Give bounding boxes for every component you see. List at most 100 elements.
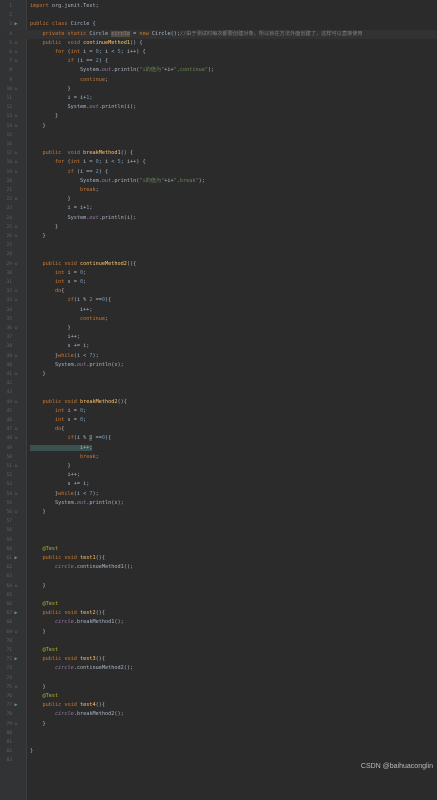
code-line[interactable]: 46 int s = 0;	[0, 416, 437, 425]
code-line[interactable]: 52 i++;	[0, 471, 437, 480]
code-line[interactable]: 60 @Test	[0, 545, 437, 554]
fold-marker-icon[interactable]: ◇	[13, 287, 19, 296]
code-line[interactable]: 17 ◇ public void breakMethod1() {	[0, 149, 437, 158]
code-line[interactable]: 68 circle.breakMethod1();	[0, 618, 437, 627]
code-editor[interactable]: 1 import org.junit.Test; 2 3 ▶ public class C…	[0, 0, 437, 800]
code-line[interactable]: 54 ◇ }while(i < 7);	[0, 490, 437, 499]
code-line[interactable]: 15	[0, 131, 437, 140]
fold-marker-icon[interactable]: ◇	[13, 434, 19, 443]
fold-marker-icon[interactable]: ◇	[13, 370, 19, 379]
code-line[interactable]: 80	[0, 729, 437, 738]
fold-marker-icon[interactable]: ◇	[13, 48, 19, 57]
run-gutter-icon[interactable]: ▶	[13, 609, 19, 618]
code-line[interactable]: 45 int i = 0;	[0, 407, 437, 416]
code-line[interactable]: 81	[0, 738, 437, 747]
code-line[interactable]: 2	[0, 11, 437, 20]
fold-marker-icon[interactable]: ◇	[13, 324, 19, 333]
fold-marker-icon[interactable]: ◇	[13, 582, 19, 591]
code-line[interactable]: 19 ◇ if (i == 2) {	[0, 168, 437, 177]
code-line[interactable]: 63	[0, 572, 437, 581]
code-line[interactable]: 9 continue;	[0, 76, 437, 85]
run-gutter-icon[interactable]: ▶	[13, 20, 19, 29]
code-line[interactable]: 21 break;	[0, 186, 437, 195]
code-line[interactable]: 71 @Test	[0, 646, 437, 655]
code-line[interactable]: 7 ◇ if (i == 2) {	[0, 57, 437, 66]
code-line[interactable]: 27	[0, 241, 437, 250]
code-line[interactable]: 41 ◇ }	[0, 370, 437, 379]
code-line[interactable]: 16	[0, 140, 437, 149]
code-line[interactable]: 37 i++;	[0, 333, 437, 342]
code-line[interactable]: 47 ◇ do{	[0, 425, 437, 434]
code-line[interactable]: 13 ◇ }	[0, 112, 437, 121]
fold-marker-icon[interactable]: ◇	[13, 508, 19, 517]
code-line[interactable]: 65	[0, 591, 437, 600]
fold-marker-icon[interactable]: ◇	[13, 195, 19, 204]
code-line[interactable]: 79 ◇ }	[0, 720, 437, 729]
code-line[interactable]: 12 System.out.println(i);	[0, 103, 437, 112]
code-line[interactable]: 33 ◇ if(i % 2 ==0){	[0, 296, 437, 305]
code-line[interactable]: 67 ▶ public void test2(){	[0, 609, 437, 618]
code-line[interactable]: 38 s += i;	[0, 342, 437, 351]
fold-marker-icon[interactable]: ◇	[13, 223, 19, 232]
fold-marker-icon[interactable]: ◇	[13, 260, 19, 269]
code-line[interactable]: 25 ◇ }	[0, 223, 437, 232]
code-line[interactable]: 48 ◇ if(i % 2 ==0){	[0, 434, 437, 443]
code-line[interactable]: 1 import org.junit.Test;	[0, 2, 437, 11]
code-line[interactable]: 77 ▶ public void test4(){	[0, 701, 437, 710]
fold-marker-icon[interactable]: ◇	[13, 232, 19, 241]
code-line[interactable]: 69 ◇ }	[0, 628, 437, 637]
code-line[interactable]: 42	[0, 379, 437, 388]
code-line[interactable]: 66 @Test	[0, 600, 437, 609]
code-line[interactable]: 57	[0, 517, 437, 526]
code-line[interactable]: 26 ◇ }	[0, 232, 437, 241]
code-line[interactable]: 51 ◇ }	[0, 462, 437, 471]
fold-marker-icon[interactable]: ◇	[13, 168, 19, 177]
run-gutter-icon[interactable]: ▶	[13, 701, 19, 710]
code-line[interactable]: 10 ◇ }	[0, 85, 437, 94]
code-line[interactable]: 29 ◇ public void continueMethod2(){	[0, 260, 437, 269]
fold-marker-icon[interactable]: ◇	[13, 425, 19, 434]
code-line[interactable]: 39 ◇ }while(i < 7);	[0, 352, 437, 361]
fold-marker-icon[interactable]: ◇	[13, 158, 19, 167]
fold-marker-icon[interactable]: ◇	[13, 462, 19, 471]
code-line[interactable]: 58	[0, 526, 437, 535]
code-line[interactable]: 14 ◇ }	[0, 122, 437, 131]
code-line[interactable]: 70	[0, 637, 437, 646]
code-line[interactable]: 43	[0, 388, 437, 397]
fold-marker-icon[interactable]: ◇	[13, 122, 19, 131]
code-line[interactable]: 72 ▶ public void test3(){	[0, 655, 437, 664]
code-line[interactable]: 74	[0, 674, 437, 683]
code-line[interactable]: 18 ◇ for (int i = 0; i < 5; i++) {	[0, 158, 437, 167]
code-line[interactable]: 32 ◇ do{	[0, 287, 437, 296]
code-line[interactable]: 28	[0, 250, 437, 259]
code-line[interactable]: 35 continue;	[0, 315, 437, 324]
code-line[interactable]: 50 break;	[0, 453, 437, 462]
code-line[interactable]: 56 ◇ }	[0, 508, 437, 517]
code-line[interactable]: 11 i = i+1;	[0, 94, 437, 103]
fold-marker-icon[interactable]: ◇	[13, 628, 19, 637]
code-line[interactable]: 75 ◇ }	[0, 683, 437, 692]
code-line[interactable]: 36 ◇ }	[0, 324, 437, 333]
code-line[interactable]: 40 System.out.println(s);	[0, 361, 437, 370]
code-line[interactable]: 20 System.out.println("i的值为"+i+",break")…	[0, 177, 437, 186]
code-line[interactable]: 82}	[0, 747, 437, 756]
fold-marker-icon[interactable]: ◇	[13, 39, 19, 48]
code-line[interactable]: 64 ◇ }	[0, 582, 437, 591]
code-line[interactable]: 53 s += i;	[0, 480, 437, 489]
code-line[interactable]: 24 System.out.println(i);	[0, 214, 437, 223]
fold-marker-icon[interactable]: ◇	[13, 352, 19, 361]
code-line[interactable]: 76 @Test	[0, 692, 437, 701]
fold-marker-icon[interactable]: ◇	[13, 112, 19, 121]
code-line[interactable]: 44 ◇ public void breakMethod2(){	[0, 398, 437, 407]
code-line[interactable]: 5 ◇ public void continueMethod1() {	[0, 39, 437, 48]
code-line[interactable]: 31 int s = 0;	[0, 278, 437, 287]
code-line[interactable]: 30 int i = 0;	[0, 269, 437, 278]
fold-marker-icon[interactable]: ◇	[13, 296, 19, 305]
code-line[interactable]: 61 ▶ public void test1(){	[0, 554, 437, 563]
fold-marker-icon[interactable]: ◇	[13, 57, 19, 66]
fold-marker-icon[interactable]: ◇	[13, 490, 19, 499]
code-line[interactable]: 73 circle.continueMethod2();	[0, 664, 437, 673]
code-line[interactable]: 78 circle.breakMethod2();	[0, 710, 437, 719]
code-line[interactable]: 49 i++;	[0, 444, 437, 453]
run-gutter-icon[interactable]: ▶	[13, 655, 19, 664]
